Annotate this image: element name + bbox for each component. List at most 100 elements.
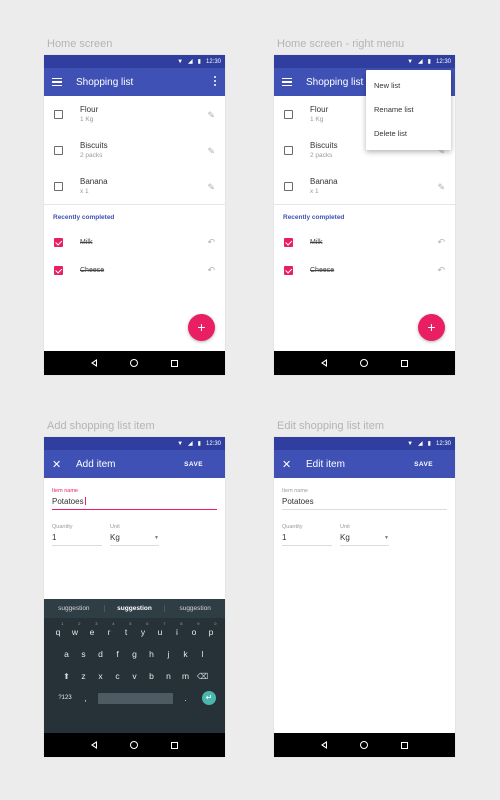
unit-select[interactable]: Kg ▼ (340, 530, 389, 546)
item-qty: x 1 (80, 188, 89, 195)
edit-pencil-icon[interactable]: ✎ (207, 110, 215, 121)
add-item-fab[interactable]: + (418, 314, 445, 341)
recents-icon[interactable] (401, 359, 409, 367)
key-g[interactable]: g (126, 649, 143, 659)
completed-item[interactable]: Cheese ↶ (44, 256, 225, 284)
quantity-field[interactable]: 1 (52, 530, 102, 546)
item-checkbox[interactable] (284, 109, 293, 119)
unit-select[interactable]: Kg ▼ (110, 530, 159, 546)
item-checkbox[interactable] (54, 109, 63, 119)
home-icon[interactable] (129, 359, 138, 367)
completed-item[interactable]: Milk ↶ (44, 228, 225, 256)
key-s[interactable]: s (75, 649, 92, 659)
item-checkbox[interactable] (54, 145, 63, 155)
key-l[interactable]: l (194, 649, 211, 659)
hamburger-menu-icon[interactable] (52, 78, 62, 86)
key-c[interactable]: c (109, 671, 126, 681)
key-w[interactable]: 2w (67, 621, 84, 637)
undo-icon[interactable]: ↶ (207, 237, 215, 248)
key-m[interactable]: m (177, 671, 194, 681)
key-d[interactable]: d (92, 649, 109, 659)
list-item[interactable]: Banana x 1 ✎ (44, 168, 225, 204)
hamburger-menu-icon[interactable] (282, 78, 292, 86)
item-name-field[interactable]: Potatoes (282, 494, 447, 510)
save-button[interactable]: SAVE (184, 461, 203, 468)
edit-pencil-icon[interactable]: ✎ (207, 146, 215, 157)
list-item[interactable]: Flour 1 Kg ✎ (44, 96, 225, 132)
back-icon[interactable] (90, 741, 97, 749)
suggestion-middle[interactable]: suggestion (105, 605, 166, 612)
key-p[interactable]: 0p (203, 621, 220, 637)
completed-item[interactable]: Milk ↶ (274, 228, 455, 256)
edit-pencil-icon[interactable]: ✎ (207, 182, 215, 193)
item-checkbox-checked[interactable] (284, 237, 293, 247)
home-icon[interactable] (359, 359, 368, 367)
quantity-field[interactable]: 1 (282, 530, 332, 546)
overflow-menu: New list Rename list Delete list (366, 70, 451, 150)
key-q[interactable]: 1q (50, 621, 67, 637)
key-o[interactable]: 9o (186, 621, 203, 637)
back-icon[interactable] (320, 741, 327, 749)
backspace-icon[interactable]: ⌫ (194, 672, 211, 681)
enter-icon[interactable]: ↵ (202, 691, 216, 705)
undo-icon[interactable]: ↶ (437, 265, 445, 276)
key-n[interactable]: n (160, 671, 177, 681)
item-checkbox[interactable] (54, 181, 63, 191)
key-j[interactable]: j (160, 649, 177, 659)
key-comma[interactable]: , (77, 693, 94, 703)
key-u[interactable]: 7u (152, 621, 169, 637)
more-vert-icon[interactable] (214, 76, 216, 86)
symbols-key[interactable]: ?123 (53, 695, 77, 701)
list-item[interactable]: Biscuits 2 packs ✎ (44, 132, 225, 168)
recents-icon[interactable] (171, 741, 179, 749)
page-title: Shopping list (306, 76, 364, 88)
item-name: Cheese (80, 266, 105, 274)
edit-pencil-icon[interactable]: ✎ (437, 182, 445, 193)
key-i[interactable]: 8i (169, 621, 186, 637)
item-checkbox-checked[interactable] (54, 265, 63, 275)
phone-add-item: ▼ ◢ ▮ 12:30 ✕ Add item SAVE Item name Po… (44, 437, 225, 757)
key-z[interactable]: z (75, 671, 92, 681)
add-item-fab[interactable]: + (188, 314, 215, 341)
key-t[interactable]: 5t (118, 621, 135, 637)
menu-item-delete-list[interactable]: Delete list (366, 122, 451, 146)
key-v[interactable]: v (126, 671, 143, 681)
shift-icon[interactable]: ⬆ (58, 672, 75, 681)
key-x[interactable]: x (92, 671, 109, 681)
menu-item-rename-list[interactable]: Rename list (366, 98, 451, 122)
menu-item-new-list[interactable]: New list (366, 74, 451, 98)
signal-icon: ◢ (418, 440, 423, 447)
item-name-field[interactable]: Potatoes (52, 494, 217, 510)
item-checkbox[interactable] (284, 181, 293, 191)
back-icon[interactable] (320, 359, 327, 367)
item-checkbox[interactable] (284, 145, 293, 155)
key-b[interactable]: b (143, 671, 160, 681)
item-checkbox-checked[interactable] (284, 265, 293, 275)
suggestion-left[interactable]: suggestion (44, 605, 105, 612)
save-button[interactable]: SAVE (414, 461, 433, 468)
suggestion-right[interactable]: suggestion (165, 605, 225, 612)
recents-icon[interactable] (401, 741, 409, 749)
key-e[interactable]: 3e (84, 621, 101, 637)
home-icon[interactable] (359, 741, 368, 749)
undo-icon[interactable]: ↶ (437, 237, 445, 248)
key-k[interactable]: k (177, 649, 194, 659)
key-f[interactable]: f (109, 649, 126, 659)
home-icon[interactable] (129, 741, 138, 749)
key-y[interactable]: 6y (135, 621, 152, 637)
item-checkbox-checked[interactable] (54, 237, 63, 247)
back-icon[interactable] (90, 359, 97, 367)
close-icon[interactable]: ✕ (282, 458, 292, 471)
spacebar[interactable] (98, 692, 173, 704)
completed-item[interactable]: Cheese ↶ (274, 256, 455, 284)
list-item[interactable]: Banana x 1 ✎ (274, 168, 455, 204)
key-period[interactable]: . (177, 693, 194, 703)
key-h[interactable]: h (143, 649, 160, 659)
soft-keyboard: suggestion suggestion suggestion 1q 2w 3… (44, 599, 225, 733)
key-a[interactable]: a (58, 649, 75, 659)
undo-icon[interactable]: ↶ (207, 265, 215, 276)
recents-icon[interactable] (171, 359, 179, 367)
close-icon[interactable]: ✕ (52, 458, 62, 471)
edit-item-form: Item name Potatoes Quantity 1 Unit Kg ▼ (274, 478, 455, 546)
key-r[interactable]: 4r (101, 621, 118, 637)
